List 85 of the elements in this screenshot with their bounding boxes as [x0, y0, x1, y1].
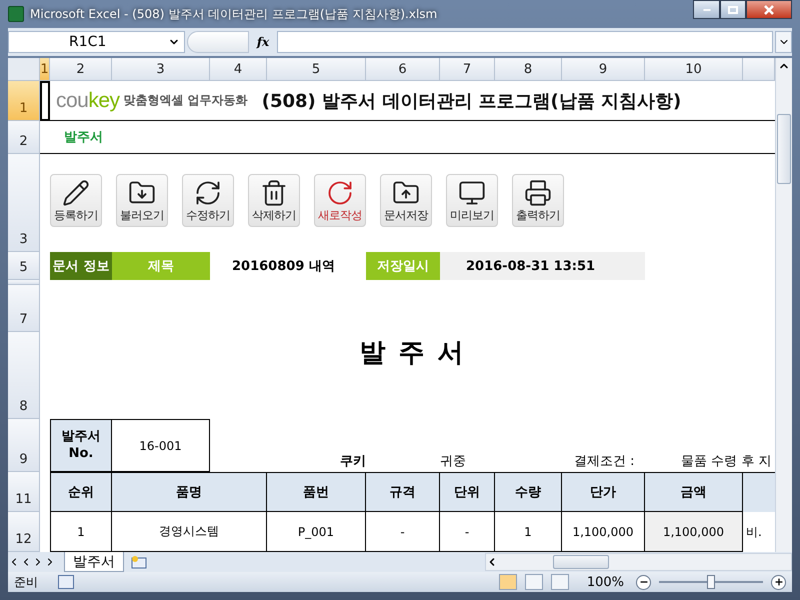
formula-input[interactable] — [277, 31, 773, 53]
status-text: 준비 — [14, 574, 39, 590]
monitor-icon — [458, 179, 486, 207]
sheet-label: 발주서 — [64, 129, 103, 146]
row-header[interactable]: 8 — [8, 332, 40, 419]
plus-icon — [774, 577, 784, 587]
row-header[interactable]: 11 — [8, 472, 40, 512]
column-header[interactable]: 8 — [495, 58, 562, 81]
table-header: 품번 — [267, 472, 366, 512]
field-value: 20160809 내역 — [231, 258, 336, 276]
form-title: 발 주 서 — [358, 336, 467, 370]
zoom-thumb[interactable] — [707, 575, 715, 589]
payment-terms: 물품 수령 후 지 — [680, 453, 772, 471]
logo-tagline: 맞춤형엑셀 업무자동화 — [124, 92, 248, 109]
refresh-icon — [194, 179, 222, 207]
toolbar-button[interactable]: 새로작성 — [314, 174, 366, 227]
column-header[interactable]: 1 — [40, 58, 50, 81]
payment-label: 결제조건 : — [573, 453, 636, 471]
column-header[interactable]: 4 — [210, 58, 267, 81]
table-cell: 1,100,000 — [645, 512, 743, 552]
table-header: 수량 — [495, 472, 562, 512]
sheet-title: (508) 발주서 데이터관리 프로그램(납품 지침사항) — [262, 90, 682, 112]
toolbar-button[interactable]: 출력하기 — [512, 174, 564, 227]
sheet-tab[interactable]: 발주서 — [64, 552, 124, 572]
table-header: 품명 — [112, 472, 267, 512]
vertical-scrollbar[interactable] — [775, 58, 792, 552]
table-header: 규격 — [366, 472, 440, 512]
field-label: 저장일시 — [366, 252, 440, 280]
column-header[interactable]: 7 — [440, 58, 495, 81]
section-label: 문서 정보 — [50, 252, 112, 280]
row-header[interactable]: 12 — [8, 512, 40, 552]
field-label: 제목 — [112, 252, 210, 280]
po-number-label: 발주서 No. — [50, 419, 112, 472]
row-header[interactable]: 9 — [8, 419, 40, 472]
page-layout-button[interactable] — [524, 574, 543, 590]
scroll-thumb[interactable] — [777, 114, 791, 184]
toolbar-button[interactable]: 미리보기 — [446, 174, 498, 227]
honorific: 귀중 — [440, 453, 467, 471]
table-cell-text: 비. — [745, 524, 763, 540]
pencil-icon — [62, 179, 90, 207]
zoom-level: 100% — [586, 574, 624, 590]
row-header[interactable]: 3 — [8, 154, 40, 252]
macro-record-icon[interactable] — [58, 575, 74, 589]
column-header[interactable]: 2 — [50, 58, 112, 81]
table-header: 순위 — [50, 472, 112, 512]
circular-arrow-icon — [326, 179, 354, 207]
column-header[interactable]: 5 — [267, 58, 366, 81]
row-header[interactable]: 1 — [8, 81, 40, 121]
table-header: 금액 — [645, 472, 743, 512]
close-button[interactable] — [746, 0, 792, 19]
excel-icon — [8, 6, 24, 22]
table-header: 단가 — [562, 472, 645, 512]
formula-bar-handle[interactable] — [187, 31, 249, 53]
toolbar-button[interactable]: 수정하기 — [182, 174, 234, 227]
printer-icon — [524, 179, 552, 207]
row-header[interactable]: 2 — [8, 121, 40, 154]
maximize-button[interactable] — [720, 0, 746, 19]
column-header[interactable]: 3 — [112, 58, 210, 81]
zoom-out-button[interactable] — [636, 574, 651, 590]
horizontal-scrollbar[interactable] — [485, 553, 792, 571]
close-icon — [764, 4, 774, 14]
recipient-name: 쿠키 — [339, 453, 366, 471]
toolbar-button[interactable]: 삭제하기 — [248, 174, 300, 227]
field-value: 2016-08-31 13:51 — [440, 252, 645, 280]
maximize-icon — [728, 6, 738, 14]
row-header[interactable]: 7 — [8, 285, 40, 332]
table-header: 단위 — [440, 472, 495, 512]
toolbar-button[interactable]: 문서저장 — [380, 174, 432, 227]
toolbar-button[interactable]: 등록하기 — [50, 174, 102, 227]
insert-function-button[interactable]: fx — [251, 35, 275, 49]
window-title: Microsoft Excel - (508) 발주서 데이터관리 프로그램(납품 지침사항).xlsm — [30, 6, 438, 22]
logo: coukey — [56, 88, 120, 112]
table-header — [743, 472, 775, 512]
minimize-button[interactable] — [693, 0, 720, 19]
expand-formula-button[interactable] — [775, 31, 792, 53]
page-break-button[interactable] — [550, 574, 569, 590]
row-header[interactable]: 5 — [8, 252, 40, 280]
name-box[interactable]: R1C1 — [8, 31, 185, 53]
column-header[interactable]: 6 — [366, 58, 440, 81]
trash-icon — [260, 179, 288, 207]
zoom-in-button[interactable] — [771, 574, 786, 590]
column-header[interactable]: 9 — [562, 58, 645, 81]
column-header[interactable]: 10 — [645, 58, 743, 81]
scroll-thumb[interactable] — [553, 555, 609, 569]
toolbar-button[interactable]: 불러오기 — [116, 174, 168, 227]
